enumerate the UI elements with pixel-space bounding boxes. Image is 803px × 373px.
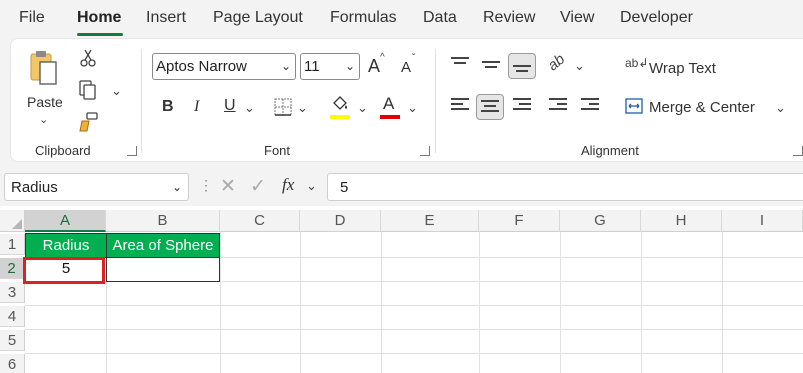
bold-button[interactable]: B [162, 98, 174, 116]
gridline [479, 232, 480, 373]
shrink-font-arrow-icon: ˇ [412, 53, 416, 64]
copy-icon[interactable] [79, 80, 97, 100]
active-cell-highlight [23, 257, 105, 284]
merge-center-chevron-down-icon[interactable]: ⌄ [775, 100, 786, 116]
align-center-button[interactable] [476, 94, 504, 120]
chevron-down-icon: ⌄ [280, 59, 291, 73]
clipboard-group-label: Clipboard [35, 143, 91, 158]
wrap-text-button[interactable]: Wrap Text [649, 60, 716, 77]
tab-data[interactable]: Data [423, 9, 457, 27]
enter-icon[interactable]: ✓ [250, 175, 266, 198]
name-box[interactable]: Radius ⌄ [4, 173, 189, 201]
column-header-e[interactable]: E [381, 210, 479, 232]
more-options-icon[interactable]: ⋮ [199, 177, 213, 194]
row-header-6[interactable]: 6 [0, 354, 25, 373]
wrap-text-icon[interactable]: ab↲ [625, 56, 648, 70]
merge-center-button[interactable]: Merge & Center [649, 99, 755, 116]
paste-chevron-down-icon[interactable]: ⌄ [39, 113, 48, 126]
column-header-d[interactable]: D [300, 210, 381, 232]
formula-input[interactable]: 5 [327, 173, 803, 201]
cell-b2[interactable] [106, 257, 220, 282]
gridline [381, 232, 382, 373]
select-all-button[interactable] [0, 210, 25, 232]
column-header-i[interactable]: I [722, 210, 803, 232]
group-separator [435, 49, 436, 153]
group-separator [141, 49, 142, 153]
alignment-launcher-icon[interactable] [793, 146, 803, 156]
column-header-a[interactable]: A [25, 210, 106, 232]
gridline [300, 232, 301, 373]
tab-home[interactable]: Home [77, 9, 121, 27]
underline-button[interactable]: U [224, 97, 236, 115]
row-header-2[interactable]: 2 [0, 258, 25, 279]
font-size-value: 11 [304, 58, 320, 75]
paste-label[interactable]: Paste [27, 94, 63, 110]
column-header-g[interactable]: G [560, 210, 641, 232]
menu-bar: File Home Insert Page Layout Formulas Da… [0, 0, 803, 38]
active-tab-indicator [77, 33, 123, 36]
chevron-down-icon: ⌄ [344, 59, 355, 73]
grow-font-arrow-icon: ^ [380, 52, 385, 63]
fill-color-chevron-down-icon[interactable]: ⌄ [357, 100, 368, 116]
cell-a1[interactable]: Radius [25, 233, 107, 258]
format-painter-icon[interactable] [79, 112, 98, 132]
row-header-4[interactable]: 4 [0, 306, 25, 327]
gridline [220, 232, 221, 373]
borders-icon[interactable] [274, 98, 292, 116]
ribbon: Paste ⌄ ⌄ Clipboard Aptos Narrow ⌄ 11 ⌄ … [10, 38, 803, 162]
tab-file[interactable]: File [19, 9, 45, 27]
tab-page-layout[interactable]: Page Layout [213, 9, 303, 27]
cell-b1[interactable]: Area of Sphere [106, 233, 220, 258]
chevron-down-icon[interactable]: ⌄ [172, 180, 182, 194]
borders-chevron-down-icon[interactable]: ⌄ [297, 100, 308, 116]
font-size-select[interactable]: 11 ⌄ [300, 53, 360, 80]
paste-icon[interactable] [29, 49, 59, 85]
fill-color-icon[interactable] [330, 95, 348, 113]
row-header-3[interactable]: 3 [0, 282, 25, 303]
name-box-value: Radius [11, 179, 58, 196]
row-header-5[interactable]: 5 [0, 330, 25, 351]
font-color-swatch [380, 115, 400, 119]
font-color-chevron-down-icon[interactable]: ⌄ [407, 100, 418, 116]
cut-icon[interactable] [79, 49, 97, 67]
row-header-1[interactable]: 1 [0, 234, 25, 255]
column-header-c[interactable]: C [220, 210, 300, 232]
orientation-chevron-down-icon[interactable]: ⌄ [574, 58, 585, 74]
font-color-button[interactable]: A [383, 94, 394, 114]
underline-chevron-down-icon[interactable]: ⌄ [244, 100, 255, 116]
font-launcher-icon[interactable] [420, 146, 430, 156]
copy-chevron-down-icon[interactable]: ⌄ [111, 83, 122, 99]
merge-center-icon[interactable] [625, 97, 643, 115]
gridline [25, 305, 803, 306]
gridline [25, 329, 803, 330]
tab-review[interactable]: Review [483, 9, 535, 27]
alignment-group-label: Alignment [581, 143, 639, 158]
formula-controls: ⋮ ✕ ✓ fx ⌄ [199, 173, 322, 201]
fill-color-swatch [330, 115, 350, 119]
gridline [25, 353, 803, 354]
grow-font-button[interactable]: A [368, 56, 380, 77]
cancel-icon[interactable]: ✕ [220, 175, 236, 198]
tab-view[interactable]: View [560, 9, 594, 27]
select-all-icon [12, 219, 22, 229]
gridline [641, 232, 642, 373]
tab-insert[interactable]: Insert [146, 9, 186, 27]
font-group-label: Font [264, 143, 291, 158]
clipboard-launcher-icon[interactable] [127, 146, 137, 156]
shrink-font-button[interactable]: A [401, 59, 411, 76]
column-header-b[interactable]: B [106, 210, 220, 232]
orientation-icon[interactable]: ab [544, 51, 568, 75]
column-header-f[interactable]: F [479, 210, 560, 232]
tab-formulas[interactable]: Formulas [330, 9, 397, 27]
formula-value: 5 [340, 179, 349, 196]
tab-developer[interactable]: Developer [620, 9, 693, 27]
column-header-h[interactable]: H [641, 210, 722, 232]
gridline [722, 232, 723, 373]
gridline [560, 232, 561, 373]
font-name-select[interactable]: Aptos Narrow ⌄ [152, 53, 296, 80]
italic-button[interactable]: I [194, 98, 199, 116]
insert-function-button[interactable]: fx [282, 175, 294, 195]
font-name-value: Aptos Narrow [156, 58, 247, 75]
fx-chevron-down-icon[interactable]: ⌄ [306, 178, 317, 194]
